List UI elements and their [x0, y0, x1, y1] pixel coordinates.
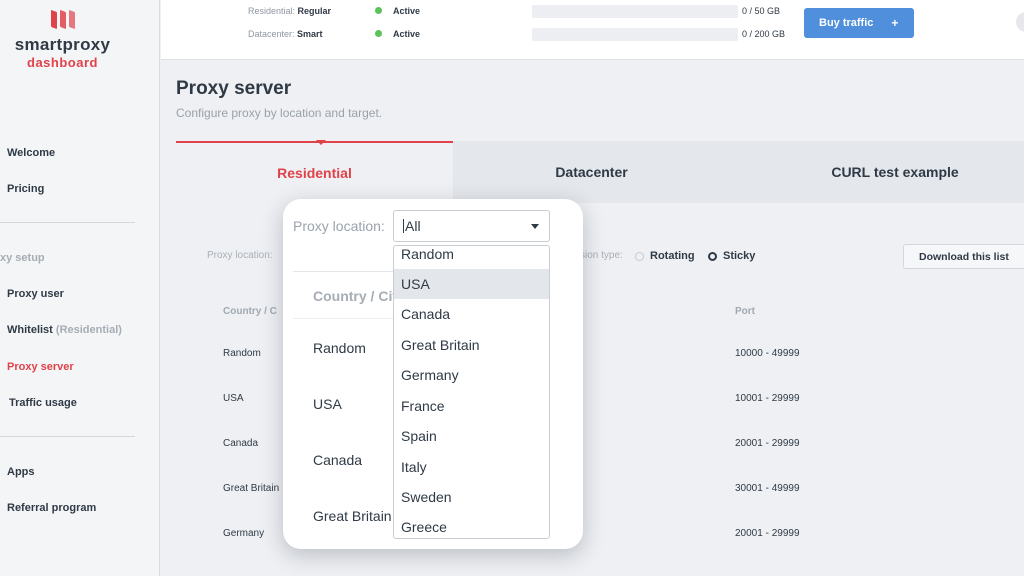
sidebar-item-proxy-user[interactable]: Proxy user [7, 288, 64, 300]
active-tab-caret-icon [316, 140, 326, 145]
sidebar-item-traffic-usage[interactable]: Traffic usage [9, 397, 77, 409]
usage-progress-bar [532, 28, 738, 41]
table-row-country: Canada [313, 452, 363, 468]
brand-logo[interactable]: smartproxy dashboard [0, 8, 125, 70]
sidebar-item-referral-program[interactable]: Referral program [7, 502, 96, 514]
usage-text: 0 / 50 GB [742, 6, 781, 16]
plus-icon: + [891, 16, 899, 30]
option-usa[interactable]: USA [394, 269, 549, 299]
sidebar-divider [0, 222, 135, 223]
table-row-country: Random [223, 348, 261, 359]
buy-traffic-button[interactable]: Buy traffic + [804, 8, 914, 38]
status-dot-icon [375, 7, 382, 15]
table-row-port: 10000 - 49999 [735, 348, 800, 359]
column-header-port: Port [735, 306, 755, 317]
table-row-port: 10001 - 29999 [735, 393, 800, 404]
sidebar: smartproxy dashboard Welcome Pricing xy … [0, 0, 160, 576]
page-subtitle: Configure proxy by location and target. [176, 106, 383, 120]
rotating-radio[interactable]: Rotating [635, 250, 695, 262]
column-header-country: Country / C [223, 306, 277, 317]
option-italy[interactable]: Italy [394, 452, 549, 482]
option-sweden[interactable]: Sweden [394, 482, 549, 512]
table-row-country: Random [313, 340, 366, 356]
sidebar-item-proxy-server[interactable]: Proxy server [7, 361, 74, 373]
table-row-country: USA [313, 396, 342, 412]
text-cursor [403, 219, 404, 233]
plan-status-badge: Active [375, 29, 420, 39]
brand-subtitle: dashboard [27, 55, 98, 70]
sidebar-item-apps[interactable]: Apps [7, 466, 35, 478]
usage-text: 0 / 200 GB [742, 29, 786, 39]
select-value: All [405, 218, 421, 234]
zoom-callout: Proxy location: All Country / Cit Random… [283, 199, 583, 549]
table-row-country: USA [223, 393, 244, 404]
table-row-country: Great Britain [313, 508, 392, 524]
plan-name: Smart [297, 29, 323, 39]
tab-residential[interactable]: Residential [176, 141, 453, 203]
table-row-port: 30001 - 49999 [735, 483, 800, 494]
table-row-country: Germany [223, 528, 265, 539]
option-spain[interactable]: Spain [394, 421, 549, 451]
option-germany[interactable]: Germany [394, 360, 549, 390]
radio-icon [635, 251, 644, 261]
buy-traffic-label: Buy traffic [819, 17, 874, 29]
chevron-down-icon[interactable] [531, 224, 539, 229]
top-bar: Residential: Regular Active 0 / 50 GB Da… [161, 0, 1024, 60]
option-random[interactable]: Random [394, 246, 549, 269]
sidebar-divider [0, 436, 135, 437]
sticky-radio[interactable]: Sticky [708, 250, 755, 262]
sidebar-item-welcome[interactable]: Welcome [7, 147, 55, 159]
proxy-location-dropdown[interactable]: Random USA Canada Great Britain Germany … [393, 245, 550, 539]
option-france[interactable]: France [394, 391, 549, 421]
plan-datacenter: Datacenter: Smart [248, 29, 323, 39]
tab-datacenter[interactable]: Datacenter [453, 141, 730, 203]
radio-selected-icon [708, 251, 717, 261]
table-row-port: 20001 - 29999 [735, 528, 800, 539]
download-list-button[interactable]: Download this list [903, 244, 1024, 269]
session-type-label: sion type: [580, 250, 623, 261]
option-canada[interactable]: Canada [394, 299, 549, 329]
sidebar-item-pricing[interactable]: Pricing [7, 183, 44, 195]
tab-bar: Residential Datacenter CURL test example [176, 141, 1024, 203]
option-great-britain[interactable]: Great Britain [394, 330, 549, 360]
option-greece[interactable]: Greece [394, 512, 549, 538]
plan-type: Datacenter: [248, 29, 295, 39]
usage-progress-bar [532, 5, 738, 18]
sidebar-item-label: Whitelist [7, 324, 53, 336]
page-title: Proxy server [176, 78, 292, 99]
proxy-location-select[interactable]: All [393, 210, 550, 242]
brand-name: smartproxy [14, 35, 111, 54]
table-row-port: 20001 - 29999 [735, 438, 800, 449]
table-row-country: Great Britain [223, 483, 280, 494]
status-dot-icon [375, 30, 382, 38]
plan-residential: Residential: Regular [248, 6, 331, 16]
sidebar-item-note: (Residential) [55, 324, 122, 336]
table-row-country: Canada [223, 438, 259, 449]
plan-status-badge: Active [375, 6, 420, 16]
sidebar-section-proxy-setup: xy setup [0, 252, 45, 264]
column-header-country: Country / Cit [313, 288, 397, 304]
plan-type: Residential: [248, 6, 296, 16]
sidebar-item-whitelist[interactable]: Whitelist (Residential) [7, 324, 122, 336]
proxy-location-label: Proxy location: [293, 218, 385, 234]
proxy-location-label: Proxy location: [207, 250, 273, 261]
plan-name: Regular [297, 6, 332, 16]
tab-curl-test-example[interactable]: CURL test example [730, 141, 1024, 203]
logo-icon [0, 8, 125, 30]
avatar[interactable] [1016, 12, 1024, 32]
